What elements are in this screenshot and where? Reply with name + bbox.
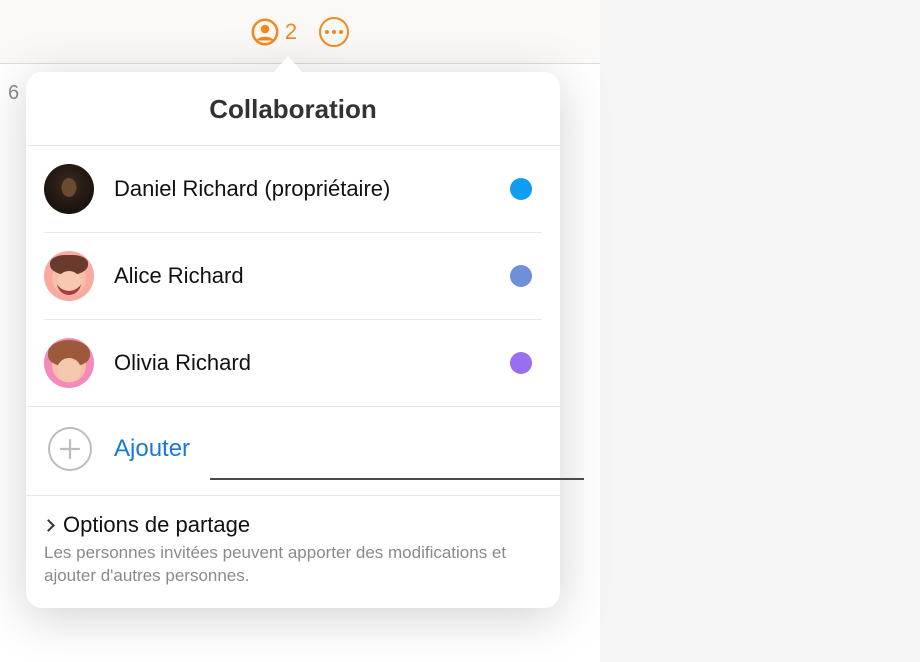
participant-row[interactable]: Daniel Richard (propriétaire) bbox=[44, 146, 542, 233]
avatar bbox=[44, 338, 94, 388]
collaboration-button[interactable]: 2 bbox=[251, 18, 297, 46]
participant-color-dot bbox=[510, 352, 532, 374]
share-options-section[interactable]: Options de partage Les personnes invitée… bbox=[26, 495, 560, 608]
participant-color-dot bbox=[510, 178, 532, 200]
participant-name: Daniel Richard (propriétaire) bbox=[114, 176, 510, 202]
share-options-title: Options de partage bbox=[63, 512, 250, 538]
chevron-right-icon bbox=[42, 519, 55, 532]
person-icon bbox=[251, 18, 279, 46]
participant-name: Olivia Richard bbox=[114, 350, 510, 376]
share-options-header[interactable]: Options de partage bbox=[44, 512, 542, 538]
collaboration-popover: Collaboration Daniel Richard (propriétai… bbox=[26, 56, 560, 608]
share-options-description: Les personnes invitées peuvent apporter … bbox=[44, 542, 542, 588]
plus-icon bbox=[48, 427, 92, 471]
participants-list: Daniel Richard (propriétaire) Alice Rich… bbox=[26, 146, 560, 406]
app-background: 2 6 Collaboration Daniel Richard (propri… bbox=[0, 0, 920, 662]
ellipsis-icon bbox=[325, 30, 329, 34]
participant-row[interactable]: Olivia Richard bbox=[44, 320, 542, 406]
more-button[interactable] bbox=[319, 17, 349, 47]
avatar bbox=[44, 251, 94, 301]
row-header: 6 bbox=[8, 82, 19, 105]
participant-name: Alice Richard bbox=[114, 263, 510, 289]
popover-title: Collaboration bbox=[26, 72, 560, 146]
add-people-button[interactable]: Ajouter bbox=[26, 406, 560, 495]
toolbar: 2 bbox=[0, 0, 600, 64]
participant-row[interactable]: Alice Richard bbox=[44, 233, 542, 320]
avatar bbox=[44, 164, 94, 214]
add-people-label: Ajouter bbox=[114, 435, 190, 463]
callout-line bbox=[210, 478, 584, 480]
popover-arrow bbox=[274, 56, 302, 72]
collaborator-count: 2 bbox=[285, 19, 297, 45]
participant-color-dot bbox=[510, 265, 532, 287]
